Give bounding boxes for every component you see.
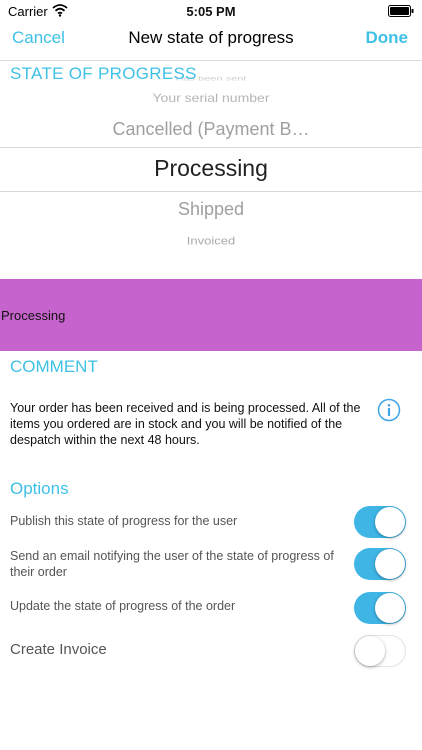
toggle-knob bbox=[355, 636, 385, 666]
publish-option-label: Publish this state of progress for the u… bbox=[10, 514, 238, 528]
toggle-knob bbox=[375, 549, 405, 579]
comment-header: COMMENT bbox=[10, 357, 98, 376]
email-option-label: Send an email notifying the user of the … bbox=[10, 549, 334, 579]
comment-text[interactable]: Your order has been received and is bein… bbox=[10, 400, 370, 448]
nav-divider bbox=[0, 60, 422, 61]
picker-selected-option[interactable]: Processing bbox=[0, 155, 422, 182]
state-color-band: Processing bbox=[0, 279, 422, 351]
navigation-bar: Cancel New state of progress Done bbox=[0, 22, 422, 60]
picker-option[interactable]: Your serial number bbox=[0, 91, 422, 105]
battery-icon bbox=[388, 5, 414, 17]
state-color-label: Processing bbox=[1, 308, 66, 323]
picker-selection-line-top bbox=[0, 147, 422, 148]
create-invoice-label: Create Invoice bbox=[10, 641, 107, 658]
picker-selection-line-bottom bbox=[0, 191, 422, 192]
toggle-knob bbox=[375, 593, 405, 623]
picker-option[interactable]: Invoiced bbox=[0, 234, 422, 247]
picker-option[interactable]: Shipped bbox=[0, 199, 422, 220]
options-header: Options bbox=[10, 479, 69, 498]
publish-toggle[interactable] bbox=[354, 506, 406, 538]
done-button[interactable]: Done bbox=[366, 28, 409, 48]
toggle-knob bbox=[375, 507, 405, 537]
status-time: 5:05 PM bbox=[186, 4, 236, 19]
page-title: New state of progress bbox=[128, 28, 294, 47]
update-toggle[interactable] bbox=[354, 592, 406, 624]
update-option-label: Update the state of progress of the orde… bbox=[10, 599, 236, 613]
status-bar: Carrier 5:05 PM bbox=[0, 0, 422, 22]
info-icon[interactable] bbox=[377, 398, 401, 422]
email-toggle[interactable] bbox=[354, 548, 406, 580]
picker-option[interactable]: Cancelled (Payment B… bbox=[0, 119, 422, 140]
state-of-progress-header: STATE OF PROGRESS bbox=[10, 64, 197, 83]
create-invoice-toggle[interactable] bbox=[354, 635, 406, 667]
